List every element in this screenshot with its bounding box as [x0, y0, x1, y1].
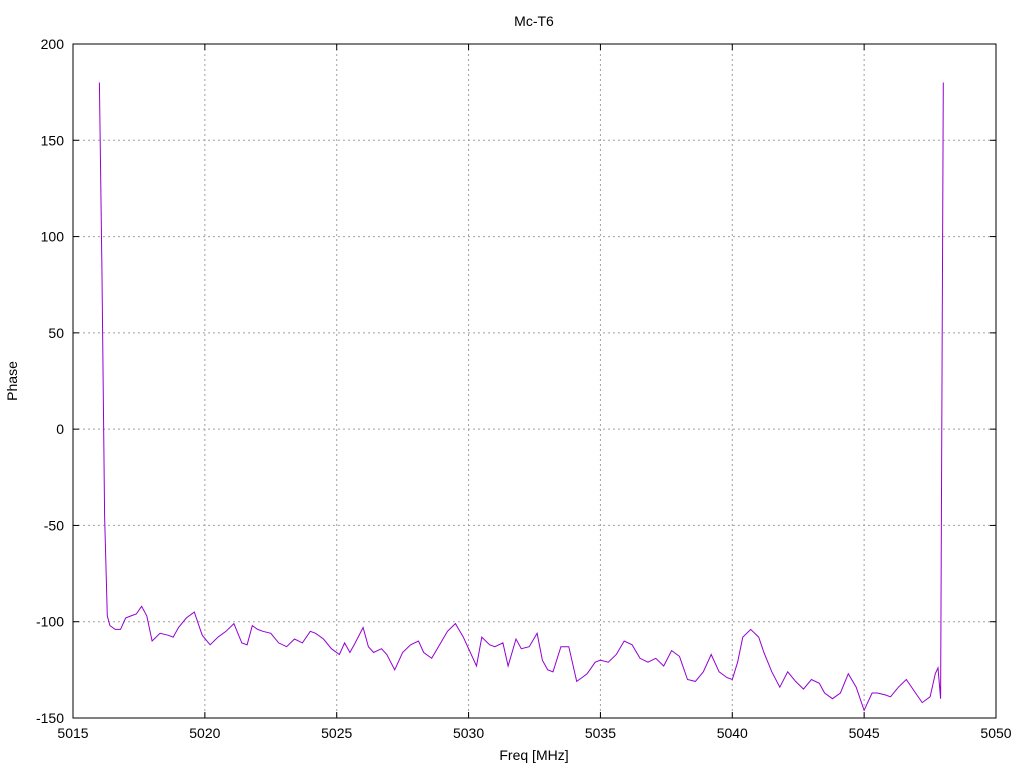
- y-axis-label: Phase: [4, 361, 20, 401]
- grid: [73, 44, 996, 718]
- x-tick-label: 5020: [189, 725, 220, 741]
- y-tick-label: 200: [41, 36, 65, 52]
- phase-chart: 5015 5020 5025 5030 5035 5040 5045 5050 -150 -10…: [4, 13, 1012, 763]
- plot-frame: [72, 43, 997, 719]
- y-tick-label: -100: [36, 614, 64, 630]
- series-line: [98, 82, 944, 712]
- x-tick-label: 5035: [585, 725, 616, 741]
- y-tick-label: 50: [48, 325, 64, 341]
- y-tick-labels: -150 -100 -50 0 50 100 150 200: [36, 36, 64, 726]
- chart-title: Mc-T6: [514, 13, 554, 29]
- y-tick-label: -150: [36, 710, 64, 726]
- x-axis-label: Freq [MHz]: [499, 747, 568, 763]
- x-tick-label: 5030: [453, 725, 484, 741]
- y-tick-label: 0: [56, 421, 64, 437]
- y-tick-label: -50: [44, 517, 64, 533]
- x-tick-label: 5050: [980, 725, 1011, 741]
- ticks: [72, 43, 997, 719]
- x-tick-label: 5045: [849, 725, 880, 741]
- x-tick-label: 5015: [57, 725, 88, 741]
- x-tick-label: 5040: [717, 725, 748, 741]
- x-tick-labels: 5015 5020 5025 5030 5035 5040 5045 5050: [57, 725, 1011, 741]
- y-tick-label: 150: [41, 132, 65, 148]
- x-tick-label: 5025: [321, 725, 352, 741]
- y-tick-label: 100: [41, 229, 65, 245]
